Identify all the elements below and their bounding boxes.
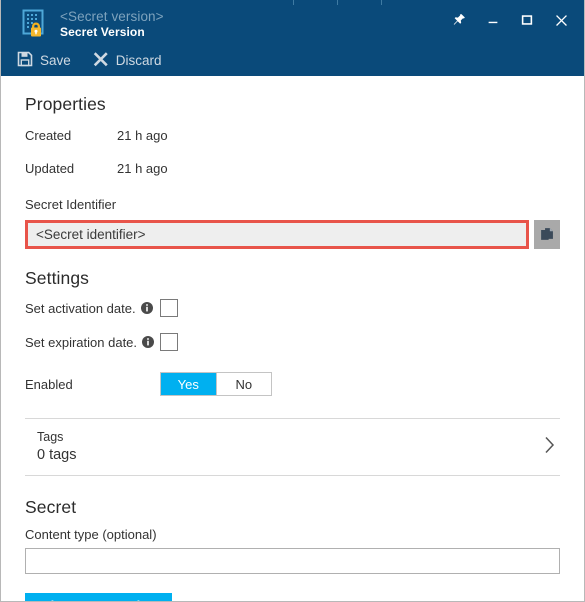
pin-icon[interactable] [442, 7, 476, 33]
created-label: Created [25, 128, 72, 143]
enabled-toggle-no[interactable]: No [216, 373, 271, 395]
enabled-toggle[interactable]: Yes No [160, 372, 272, 396]
activation-date-checkbox[interactable] [160, 299, 178, 317]
command-bar: Save Discard [1, 44, 584, 76]
created-row: Created 21 h ago [25, 128, 560, 143]
expiration-date-label: Set expiration date. [25, 334, 138, 350]
window-controls [442, 7, 578, 33]
tags-count: 0 tags [37, 446, 77, 463]
chevron-right-icon [543, 435, 556, 460]
show-secret-value-button[interactable]: Show secret value [25, 593, 173, 601]
blade-content: Properties Created 21 h ago Updated 21 h… [1, 76, 584, 601]
x-icon [93, 51, 109, 70]
tags-row[interactable]: Tags 0 tags [25, 419, 560, 475]
titlebar-top-strip [1, 0, 584, 5]
window-title: Secret Version [60, 24, 145, 39]
activation-date-row: Set activation date. [25, 299, 560, 317]
secret-lock-icon [21, 9, 51, 39]
created-value: 21 h ago [117, 128, 168, 143]
save-disk-icon [17, 51, 33, 70]
secret-identifier-row: <Secret identifier> [25, 220, 560, 249]
updated-value: 21 h ago [117, 161, 168, 176]
tags-title: Tags [37, 430, 64, 444]
content-type-input[interactable] [25, 548, 560, 575]
enabled-label: Enabled [25, 376, 73, 392]
enabled-toggle-yes[interactable]: Yes [161, 373, 216, 395]
updated-row: Updated 21 h ago [25, 161, 560, 176]
maximize-icon[interactable] [510, 7, 544, 33]
expiration-date-row: Set expiration date. [25, 333, 560, 351]
secret-identifier-label: Secret Identifier [25, 197, 117, 212]
expiration-date-checkbox[interactable] [160, 333, 178, 351]
secret-identifier-field[interactable]: <Secret identifier> [25, 220, 529, 249]
tags-divider-bottom [25, 475, 560, 477]
save-button[interactable]: Save [17, 47, 71, 73]
discard-label: Discard [115, 52, 162, 68]
updated-label: Updated [25, 161, 75, 176]
enabled-row: Enabled Yes No [25, 372, 560, 396]
secret-version-window: <Secret version> Secret Version Save Dis… [0, 0, 585, 602]
info-icon[interactable] [142, 336, 155, 348]
secret-heading: Secret [25, 497, 77, 518]
info-icon[interactable] [140, 302, 153, 314]
save-label: Save [40, 52, 71, 68]
copy-icon[interactable] [534, 220, 560, 249]
activation-date-label: Set activation date. [25, 300, 136, 316]
properties-heading: Properties [25, 94, 106, 114]
title-text-group: <Secret version> Secret Version [60, 9, 164, 39]
discard-button[interactable]: Discard [93, 47, 162, 73]
content-type-label: Content type (optional) [25, 527, 157, 543]
title-bar: <Secret version> Secret Version [1, 0, 584, 44]
settings-heading: Settings [25, 268, 90, 288]
minimize-icon[interactable] [476, 7, 510, 33]
close-icon[interactable] [544, 7, 578, 33]
window-subtitle: <Secret version> [60, 9, 164, 24]
